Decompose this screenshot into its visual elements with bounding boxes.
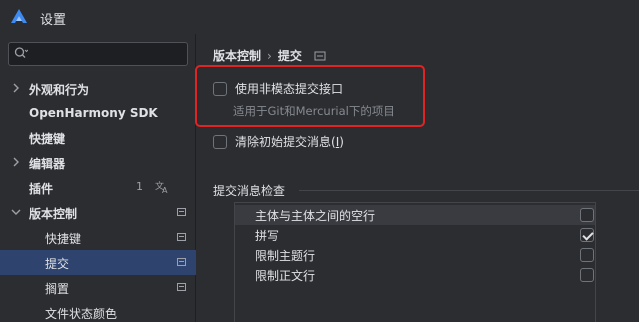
- chevron-right-icon: [13, 83, 19, 93]
- inspection-checkbox[interactable]: [580, 248, 594, 262]
- project-scope-icon: [177, 208, 186, 216]
- app-logo-icon: [11, 9, 27, 23]
- sidebar-item-file-status-colors[interactable]: 文件状态颜色: [0, 300, 196, 322]
- inspection-checkbox[interactable]: [580, 268, 594, 282]
- sidebar-item-appearance[interactable]: 外观和行为: [0, 76, 196, 101]
- inspection-checkbox[interactable]: [580, 208, 594, 222]
- inspection-checkbox[interactable]: [580, 228, 594, 242]
- sidebar-item-label: 提交: [45, 257, 70, 271]
- sidebar-item-version-control[interactable]: 版本控制: [0, 200, 196, 225]
- search-input[interactable]: [8, 42, 188, 66]
- inspection-label: 主体与主体之间的空行: [255, 209, 376, 223]
- sidebar-item-label: 版本控制: [29, 207, 78, 221]
- search-icon: [14, 47, 28, 58]
- sidebar-item-label: OpenHarmony SDK: [29, 106, 158, 120]
- sidebar-item-openharmony-sdk[interactable]: OpenHarmony SDK: [0, 101, 196, 126]
- window-title: 设置: [40, 13, 67, 28]
- sidebar-item-label: 快捷键: [29, 132, 66, 146]
- section-divider: [299, 190, 639, 191]
- sidebar-item-label: 编辑器: [29, 157, 66, 171]
- clear-initial-message-label: 清除初始提交消息(I): [235, 135, 344, 149]
- breadcrumb-separator: ›: [267, 48, 272, 63]
- non-modal-commit-label: 使用非模态提交接口: [235, 82, 344, 96]
- breadcrumb: 版本控制 › 提交: [213, 47, 326, 64]
- chevron-down-icon: [11, 209, 21, 215]
- clear-initial-message-checkbox[interactable]: [213, 134, 227, 149]
- inspection-row-body-limit[interactable]: 限制正文行: [235, 265, 595, 285]
- sidebar-item-vcs-keymap[interactable]: 快捷键: [0, 225, 196, 250]
- clear-initial-message-option[interactable]: 清除初始提交消息(I): [213, 133, 344, 150]
- commit-message-inspections-list: 主体与主体之间的空行 拼写 限制主题行 限制正文行: [234, 202, 596, 322]
- commit-checks-section-title: 提交消息检查: [213, 184, 286, 198]
- settings-sidebar: 外观和行为 OpenHarmony SDK 快捷键 编辑器 插件 1 文 A 版…: [0, 34, 196, 322]
- inspection-label: 拼写: [255, 229, 280, 243]
- sidebar-item-label: 搁置: [45, 282, 70, 296]
- sidebar-item-plugins[interactable]: 插件 1 文 A: [0, 175, 196, 200]
- inspection-label: 限制主题行: [255, 249, 316, 263]
- sidebar-item-shelf[interactable]: 搁置: [0, 275, 196, 300]
- project-scope-icon: [177, 258, 186, 266]
- sidebar-item-label: 插件: [29, 182, 54, 196]
- settings-content: 版本控制 › 提交 使用非模态提交接口 适用于Git和Mercurial下的项目…: [195, 34, 639, 322]
- sidebar-item-label: 快捷键: [45, 232, 82, 246]
- svg-text:A: A: [162, 186, 168, 194]
- inspection-row-spelling[interactable]: 拼写: [235, 225, 595, 245]
- project-scope-icon: [314, 51, 326, 60]
- sidebar-item-editor[interactable]: 编辑器: [0, 150, 196, 175]
- chevron-right-icon: [13, 157, 19, 167]
- sidebar-item-keymap[interactable]: 快捷键: [0, 125, 196, 150]
- sidebar-item-label: 外观和行为: [29, 83, 90, 97]
- translate-icon: 文 A: [155, 180, 168, 194]
- breadcrumb-parent[interactable]: 版本控制: [213, 47, 261, 64]
- inspection-row-blank-line[interactable]: 主体与主体之间的空行: [235, 205, 595, 225]
- non-modal-commit-option[interactable]: 使用非模态提交接口: [213, 80, 343, 97]
- inspection-row-subject-limit[interactable]: 限制主题行: [235, 245, 595, 265]
- non-modal-commit-checkbox[interactable]: [213, 81, 227, 96]
- sidebar-item-label: 文件状态颜色: [45, 307, 118, 321]
- plugins-update-badge: 1: [136, 180, 143, 193]
- project-scope-icon: [177, 283, 186, 291]
- project-scope-icon: [177, 233, 186, 241]
- non-modal-commit-hint: 适用于Git和Mercurial下的项目: [233, 104, 395, 118]
- inspection-label: 限制正文行: [255, 269, 316, 283]
- breadcrumb-current: 提交: [277, 49, 302, 63]
- sidebar-item-commit[interactable]: 提交: [0, 250, 196, 275]
- title-bar: 设置: [0, 0, 639, 34]
